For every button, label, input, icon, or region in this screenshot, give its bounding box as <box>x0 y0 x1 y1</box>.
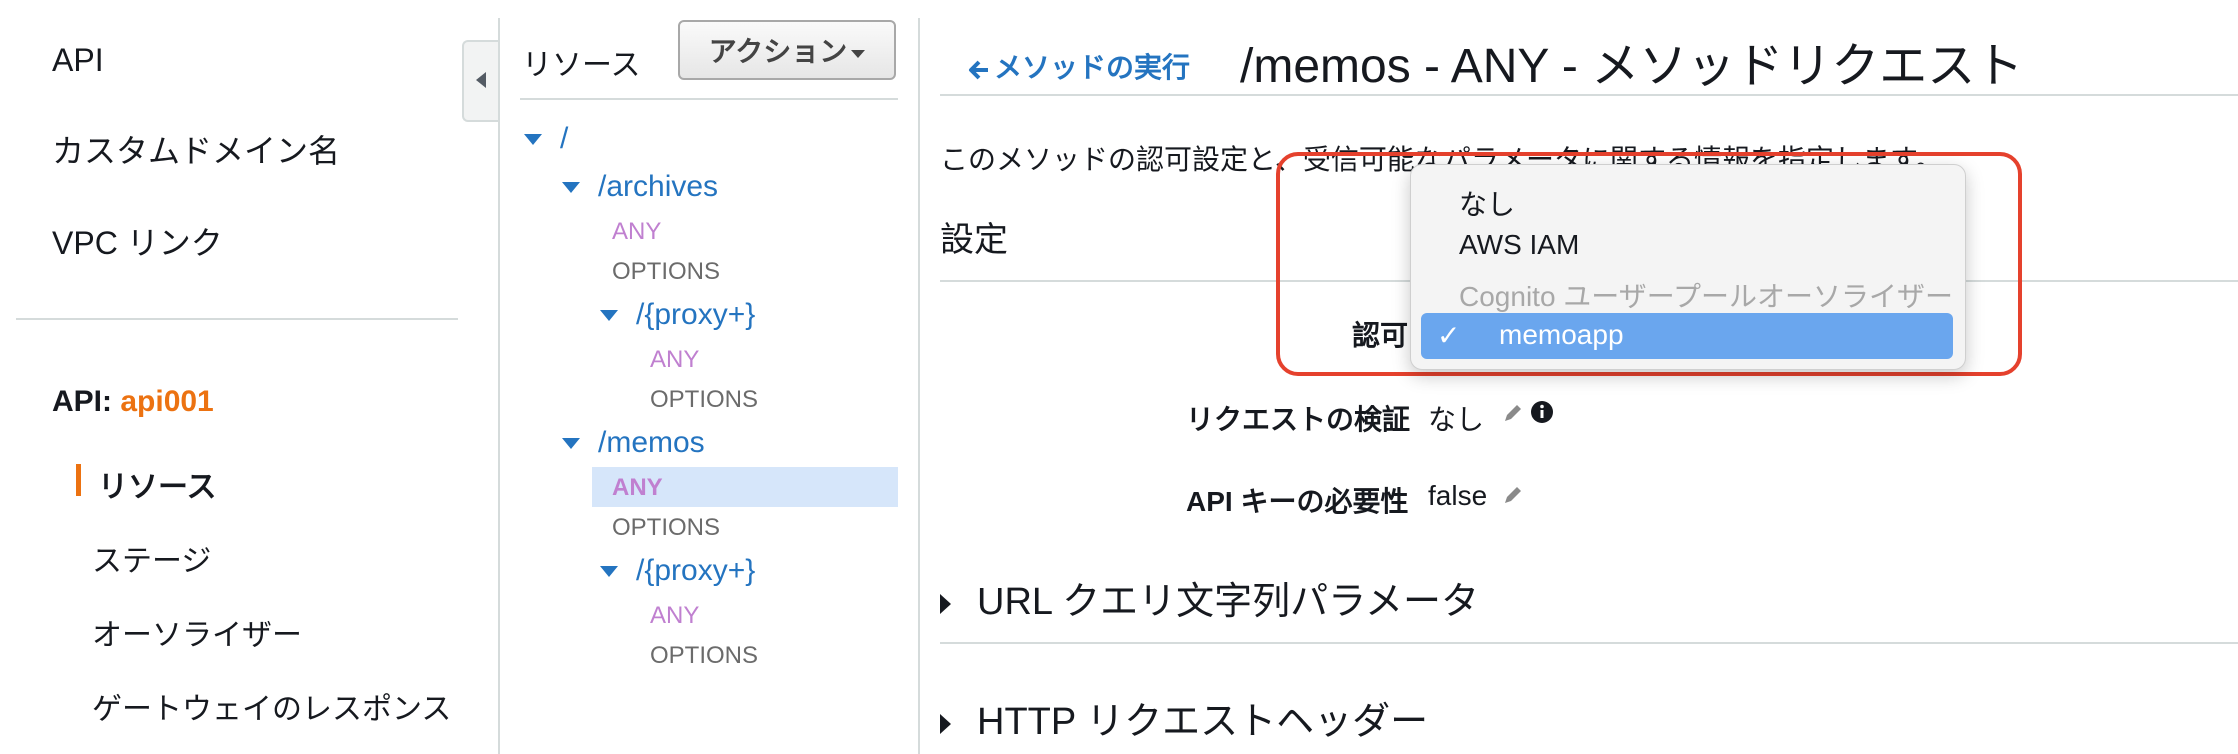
settings-heading: 設定 <box>940 221 1008 259</box>
back-to-method-execution-link[interactable]: メソッドの実行 <box>968 46 1190 86</box>
api-key-required-label: API キーの必要性 <box>1186 486 1409 517</box>
arrow-left-icon <box>969 60 988 80</box>
current-api: API: api001 <box>52 385 214 419</box>
tree-method-any[interactable]: ANY <box>650 346 699 374</box>
tree-method-any-selected[interactable]: ANY <box>612 474 663 502</box>
nav-sub-item-stages[interactable]: ステージ <box>92 536 211 580</box>
nav-item-vpc-link[interactable]: VPC リンク <box>52 218 223 264</box>
nav-item-custom-domain[interactable]: カスタムドメイン名 <box>52 126 340 172</box>
checkmark-icon: ✓ <box>1437 320 1461 351</box>
nav-sub-item-gateway-responses[interactable]: ゲートウェイのレスポンス <box>92 684 451 728</box>
tree-method-options[interactable]: OPTIONS <box>650 386 758 414</box>
tree-node-memos[interactable]: /memos <box>598 426 705 460</box>
collapse-sidebar-button[interactable] <box>462 40 500 122</box>
request-validation-label: リクエストの検証 <box>1186 404 1411 435</box>
api-name-link[interactable]: api001 <box>120 385 213 418</box>
actions-button[interactable]: アクション <box>678 20 896 80</box>
tree-method-options[interactable]: OPTIONS <box>612 514 720 542</box>
chevron-left-icon <box>476 72 486 88</box>
request-validation-value: なし <box>1428 404 1485 435</box>
nav-sub-item-authorizers[interactable]: オーソライザー <box>92 610 302 654</box>
tree-method-options[interactable]: OPTIONS <box>612 258 720 286</box>
dropdown-option-aws-iam[interactable]: AWS IAM <box>1459 229 1579 261</box>
dropdown-option-memoapp[interactable]: ✓ memoapp <box>1421 313 1953 359</box>
dropdown-option-none[interactable]: なし <box>1459 183 1515 223</box>
sidebar-border <box>498 18 500 754</box>
tree-node-proxy[interactable]: /{proxy+} <box>636 554 755 588</box>
resources-divider <box>520 98 898 100</box>
http-headers-label: HTTP リクエストヘッダー <box>977 701 1429 743</box>
resources-title: リソース <box>522 49 641 82</box>
section-divider <box>940 642 2238 644</box>
tree-expand-icon[interactable] <box>600 310 618 321</box>
http-headers-section[interactable]: HTTP リクエストヘッダー <box>940 690 1428 745</box>
pencil-icon[interactable] <box>1502 484 1524 506</box>
url-query-params-section[interactable]: URL クエリ文字列パラメータ <box>940 570 1479 625</box>
caret-down-icon <box>851 49 866 58</box>
caret-right-icon <box>940 593 951 614</box>
url-query-params-label: URL クエリ文字列パラメータ <box>977 581 1480 623</box>
nav-sub-item-resources[interactable]: リソース <box>98 462 217 506</box>
tree-method-any[interactable]: ANY <box>650 602 699 630</box>
tree-expand-icon[interactable] <box>524 134 542 145</box>
tree-expand-icon[interactable] <box>562 438 580 449</box>
nav-item-api[interactable]: API <box>52 42 104 79</box>
info-icon[interactable] <box>1530 400 1554 424</box>
auth-dropdown-menu[interactable]: なし AWS IAM Cognito ユーザープールオーソライザー ✓ memo… <box>1410 164 1966 370</box>
api-prefix: API: <box>52 385 112 418</box>
active-indicator <box>76 464 81 496</box>
dropdown-option-label: memoapp <box>1499 319 1624 350</box>
title-divider <box>940 94 2238 96</box>
caret-right-icon <box>940 713 951 734</box>
dropdown-option-cognito: Cognito ユーザープールオーソライザー <box>1459 281 1954 312</box>
tree-method-any[interactable]: ANY <box>612 218 661 246</box>
page-title: /memos - ANY - メソッドリクエスト <box>1240 40 2024 93</box>
tree-method-options[interactable]: OPTIONS <box>650 642 758 670</box>
back-link-label: メソッドの実行 <box>994 52 1191 83</box>
tree-node-archives[interactable]: /archives <box>598 170 718 204</box>
actions-button-label: アクション <box>708 36 848 67</box>
tree-node-root[interactable]: / <box>560 122 568 156</box>
nav-divider <box>16 318 458 320</box>
resources-border <box>918 18 920 754</box>
tree-node-proxy[interactable]: /{proxy+} <box>636 298 755 332</box>
tree-expand-icon[interactable] <box>600 566 618 577</box>
pencil-icon[interactable] <box>1502 402 1524 424</box>
api-key-required-value: false <box>1428 480 1488 511</box>
tree-expand-icon[interactable] <box>562 182 580 193</box>
